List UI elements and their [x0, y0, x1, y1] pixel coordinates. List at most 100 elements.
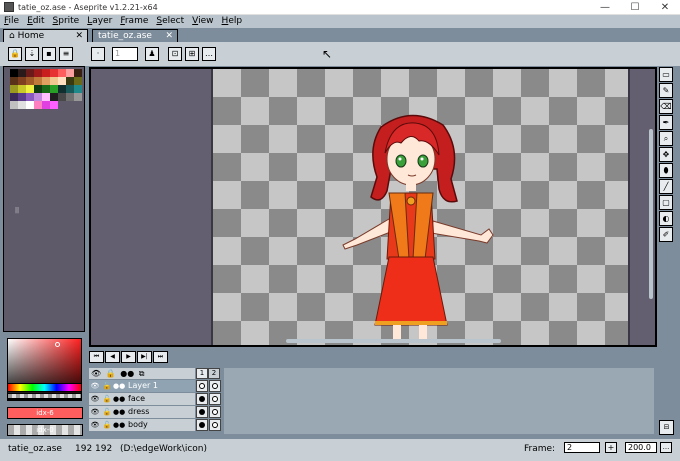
move-tool-icon[interactable]: ✥ [659, 147, 673, 162]
menu-edit[interactable]: Edit [23, 15, 48, 28]
first-frame-button[interactable]: ⏮ [89, 351, 104, 363]
palette-swatch[interactable] [42, 93, 50, 101]
cel[interactable] [209, 419, 221, 431]
vertical-scrollbar[interactable] [649, 129, 653, 299]
timeline-empty-area[interactable] [224, 368, 654, 434]
horizontal-scrollbar[interactable] [286, 339, 501, 343]
lock-icon[interactable]: 🔓 [101, 393, 113, 405]
zoom-input[interactable]: 200.0 [625, 442, 657, 453]
palette-swatch[interactable] [42, 77, 50, 85]
play-button[interactable]: ▶ [121, 351, 136, 363]
tab-document[interactable]: tatie_oz.ase ✕ [92, 29, 178, 43]
palette-swatch[interactable] [50, 85, 58, 93]
menu-layer[interactable]: Layer [83, 15, 116, 28]
palette-swatch[interactable] [74, 69, 82, 77]
continuous-icon[interactable]: ●● [113, 406, 125, 418]
opacity-field[interactable]: 1 [112, 47, 138, 61]
palette-swatch[interactable] [34, 77, 42, 85]
presets-icon[interactable]: ▪ [42, 47, 56, 61]
continuous-icon[interactable]: ●● [113, 380, 125, 392]
pixel-perfect-icon[interactable]: ⊡ [168, 47, 182, 61]
foreground-color-button[interactable]: idx-6 [7, 407, 83, 419]
rectangle-tool-icon[interactable]: ▢ [659, 195, 673, 210]
palette-swatch[interactable] [66, 85, 74, 93]
menu-view[interactable]: View [188, 15, 217, 28]
lock-icon[interactable]: 🔓 [101, 419, 113, 431]
cel[interactable] [196, 393, 208, 405]
timeline-toggle-icon[interactable]: ⊟ [659, 420, 674, 435]
palette-swatch[interactable] [58, 77, 66, 85]
prev-frame-button[interactable]: ◀ [105, 351, 120, 363]
frame-input[interactable]: 2 [564, 442, 600, 453]
palette-swatch[interactable] [34, 69, 42, 77]
menu-frame[interactable]: Frame [116, 15, 152, 28]
marquee-tool-icon[interactable]: ▭ [659, 67, 673, 82]
palette-swatch[interactable] [66, 77, 74, 85]
palette-swatch[interactable] [18, 101, 26, 109]
palette-swatch[interactable] [10, 69, 18, 77]
eyedropper-tool-icon[interactable]: ✒ [659, 115, 673, 130]
zoom-options-button[interactable]: ... [660, 442, 672, 453]
cel[interactable] [196, 406, 208, 418]
lock-icon[interactable]: 🔒 [8, 47, 22, 61]
minimize-button[interactable]: — [590, 0, 620, 15]
palette-options-icon[interactable]: ≡ [59, 47, 73, 61]
palette-swatch[interactable] [18, 85, 26, 93]
continuous-header-icon[interactable]: ●● [118, 369, 134, 378]
cel[interactable] [196, 419, 208, 431]
close-window-button[interactable]: ✕ [650, 0, 680, 15]
sort-icon[interactable]: ⇣ [25, 47, 39, 61]
palette-swatch[interactable] [18, 69, 26, 77]
cel[interactable] [209, 380, 221, 392]
continuous-icon[interactable]: ●● [113, 393, 125, 405]
frame-header-2[interactable]: 2 [208, 368, 220, 379]
menu-select[interactable]: Select [152, 15, 188, 28]
cel[interactable] [209, 406, 221, 418]
color-palette[interactable] [10, 69, 82, 109]
palette-swatch[interactable] [42, 85, 50, 93]
palette-swatch[interactable] [26, 93, 34, 101]
tab-home[interactable]: ⌂ Home ✕ [3, 29, 88, 43]
palette-swatch[interactable] [10, 85, 18, 93]
palette-resize-handle[interactable]: || [15, 207, 19, 214]
zoom-tool-icon[interactable]: ⌕ [659, 131, 673, 146]
maximize-button[interactable]: ☐ [620, 0, 650, 15]
eraser-tool-icon[interactable]: ⌫ [659, 99, 673, 114]
cel[interactable] [196, 380, 208, 392]
lock-icon[interactable]: 🔓 [101, 406, 113, 418]
lock-icon[interactable]: 🔓 [101, 380, 113, 392]
palette-swatch[interactable] [50, 101, 58, 109]
palette-swatch[interactable] [50, 93, 58, 101]
palette-swatch[interactable] [58, 69, 66, 77]
link-header-icon[interactable]: ⧉ [137, 369, 145, 378]
palette-swatch[interactable] [26, 77, 34, 85]
palette-swatch[interactable] [18, 93, 26, 101]
line-tool-icon[interactable]: ╱ [659, 179, 673, 194]
palette-swatch[interactable] [74, 77, 82, 85]
palette-swatch[interactable] [50, 77, 58, 85]
ink-icon[interactable]: ♟ [145, 47, 159, 61]
palette-swatch[interactable] [42, 101, 50, 109]
palette-swatch[interactable] [58, 85, 66, 93]
palette-swatch[interactable] [10, 101, 18, 109]
palette-swatch[interactable] [66, 69, 74, 77]
palette-swatch[interactable] [10, 93, 18, 101]
palette-swatch[interactable] [26, 85, 34, 93]
background-color-button[interactable]: idx-0 [7, 424, 83, 436]
cel[interactable] [209, 393, 221, 405]
layer-row[interactable]: 👁 🔓 ●● dress [89, 406, 224, 418]
pencil-tool-icon[interactable]: ✎ [659, 83, 673, 98]
new-frame-button[interactable]: + [605, 442, 617, 453]
layer-row[interactable]: 👁 🔓 ●● Layer 1 [89, 380, 224, 392]
frame-header-1[interactable]: 1 [196, 368, 208, 379]
palette-swatch[interactable] [10, 77, 18, 85]
palette-swatch[interactable] [34, 93, 42, 101]
more-options-icon[interactable]: … [202, 47, 216, 61]
continuous-icon[interactable]: ●● [113, 419, 125, 431]
palette-swatch[interactable] [50, 69, 58, 77]
layer-row[interactable]: 👁 🔓 ●● body [89, 419, 224, 431]
text-tool-icon[interactable]: ✐ [659, 227, 673, 242]
palette-swatch[interactable] [26, 69, 34, 77]
eye-icon[interactable]: 👁 [89, 380, 101, 392]
menu-file[interactable]: File [0, 15, 23, 28]
